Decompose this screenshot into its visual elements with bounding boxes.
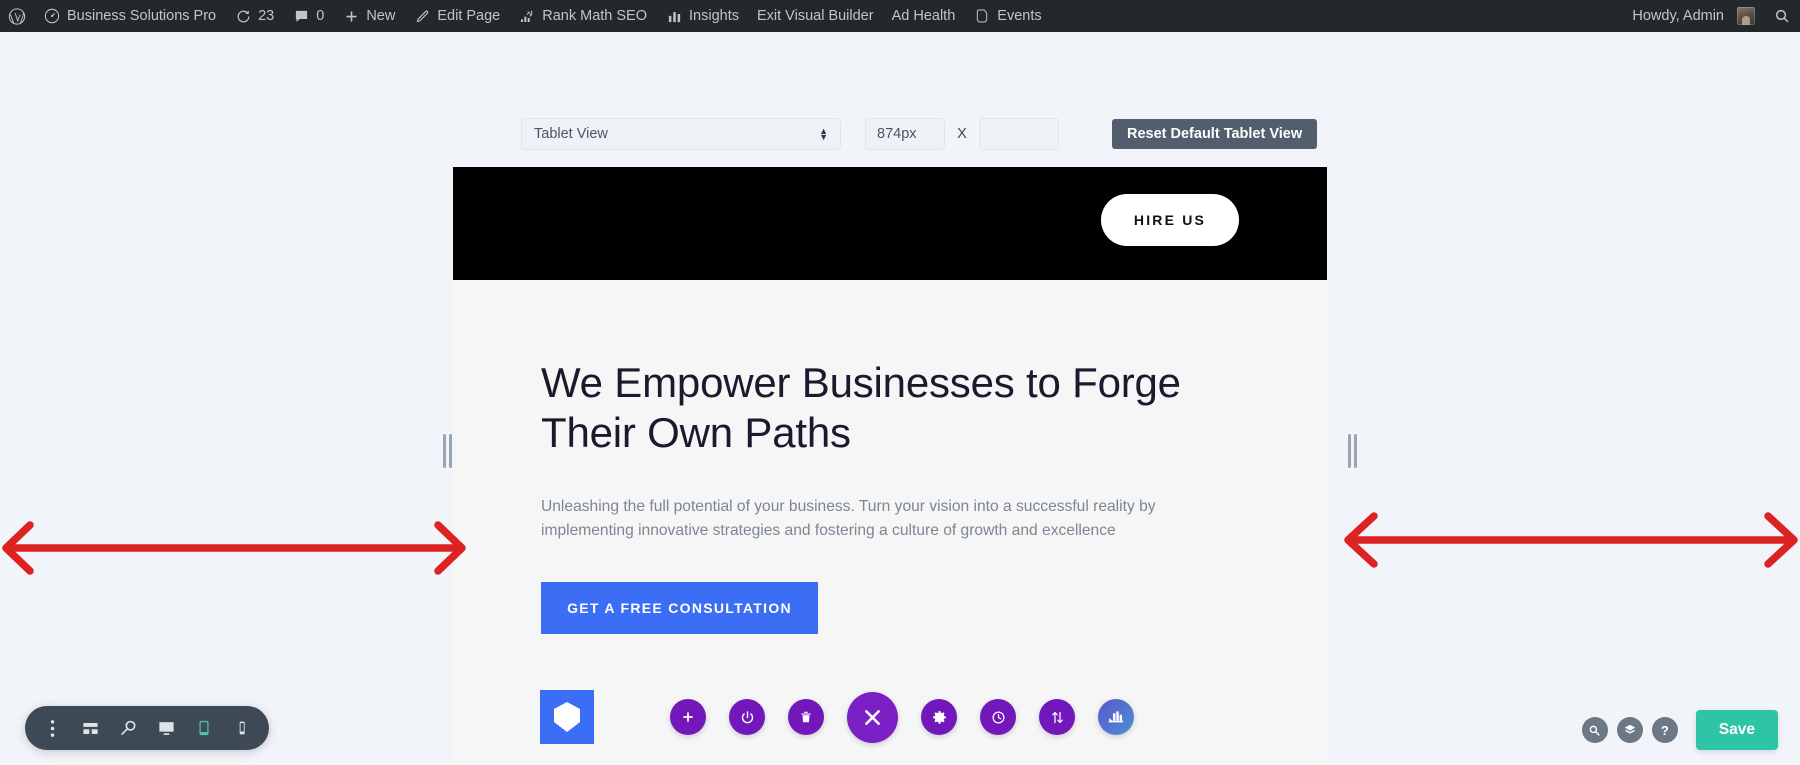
adminbar-site-name-label: Business Solutions Pro [67, 8, 217, 24]
adminbar-rank-math-label: Rank Math SEO [542, 8, 647, 24]
sort-arrows-icon[interactable] [1039, 699, 1075, 735]
adminbar-exit-visual-builder-label: Exit Visual Builder [756, 8, 874, 24]
adminbar-item-exit-visual-builder[interactable]: Exit Visual Builder [748, 0, 883, 32]
wp-admin-bar: Business Solutions Pro 23 0 New Edit Pag… [0, 0, 1800, 32]
adminbar-new-label: New [366, 8, 396, 24]
plus-icon [342, 7, 360, 25]
comments-icon [292, 7, 310, 25]
desktop-view-icon[interactable] [147, 706, 185, 750]
more-options-icon[interactable] [33, 706, 71, 750]
preview-resize-handle-left[interactable] [440, 432, 454, 470]
chart-bars-icon [665, 7, 683, 25]
search-icon[interactable] [1581, 717, 1608, 743]
zoom-icon[interactable] [109, 706, 147, 750]
search-icon [1773, 7, 1791, 25]
adminbar-item-new[interactable]: New [333, 0, 404, 32]
trash-icon[interactable] [788, 699, 824, 735]
pencil-icon [413, 7, 431, 25]
adminbar-ad-health-label: Ad Health [891, 8, 956, 24]
builder-action-bar [540, 669, 1157, 765]
save-button[interactable]: Save [1695, 710, 1778, 750]
adminbar-item-rank-math[interactable]: Rank Math SEO [509, 0, 656, 32]
preview-resize-handle-right[interactable] [1345, 432, 1359, 470]
avatar [1737, 7, 1755, 25]
adminbar-item-site-name[interactable]: Business Solutions Pro [34, 0, 225, 32]
settings-gear-icon[interactable] [921, 699, 957, 735]
adminbar-item-events[interactable]: Events [964, 0, 1050, 32]
hero-section: We Empower Businesses to Forge Their Own… [453, 280, 1327, 634]
divi-logo-icon[interactable] [540, 690, 594, 744]
adminbar-item-insights[interactable]: Insights [656, 0, 748, 32]
annotation-arrow-left [0, 508, 470, 593]
page-title: We Empower Businesses to Forge Their Own… [541, 359, 1181, 456]
hire-us-button[interactable]: HIRE US [1101, 194, 1239, 246]
close-icon[interactable] [847, 691, 898, 743]
reset-default-view-button[interactable]: Reset Default Tablet View [1112, 119, 1318, 149]
viewport-height-input[interactable] [979, 118, 1059, 150]
adminbar-comments-count: 0 [316, 8, 325, 24]
adminbar-item-wordpress-logo[interactable] [0, 0, 34, 32]
adminbar-right-group: Howdy, Admin [1623, 0, 1800, 32]
wireframe-icon[interactable] [71, 706, 109, 750]
help-icon[interactable]: ? [1651, 717, 1678, 743]
adminbar-events-label: Events [997, 8, 1042, 24]
power-icon[interactable] [729, 699, 765, 735]
layers-icon[interactable] [1616, 717, 1643, 743]
adminbar-edit-page-label: Edit Page [437, 8, 501, 24]
adminbar-updates-count: 23 [258, 8, 275, 24]
history-clock-icon[interactable] [980, 699, 1016, 735]
adminbar-item-updates[interactable]: 23 [225, 0, 283, 32]
updates-icon [234, 7, 252, 25]
chevron-updown-icon: ▲ ▼ [819, 126, 828, 142]
get-free-consultation-button[interactable]: GET A FREE CONSULTATION [541, 581, 818, 634]
rankmath-icon [518, 7, 536, 25]
stats-bars-icon[interactable] [1098, 699, 1134, 735]
adminbar-item-my-account[interactable]: Howdy, Admin [1623, 0, 1764, 32]
annotation-arrow-right [1340, 508, 1800, 593]
viewport-select-value: Tablet View [534, 126, 608, 142]
wordpress-logo-icon [8, 7, 26, 25]
divi-editor-toolbar [25, 706, 269, 750]
events-icon [973, 7, 991, 25]
site-header: HIRE US [453, 167, 1327, 280]
adminbar-item-comments[interactable]: 0 [283, 0, 333, 32]
adminbar-insights-label: Insights [689, 8, 739, 24]
viewport-select[interactable]: Tablet View ▲ ▼ [521, 118, 841, 150]
adminbar-item-edit-page[interactable]: Edit Page [404, 0, 509, 32]
adminbar-howdy-label: Howdy, Admin [1632, 8, 1724, 24]
viewport-width-value: 874px [877, 126, 917, 142]
tablet-view-icon[interactable] [185, 706, 223, 750]
add-icon[interactable] [670, 699, 706, 735]
hero-subtitle: Unleashing the full potential of your bu… [541, 497, 1156, 540]
viewport-width-input[interactable]: 874px [865, 118, 945, 150]
responsive-view-toolbar: Tablet View ▲ ▼ 874px X Reset Default Tab… [0, 118, 1800, 150]
dimension-separator: X [957, 126, 967, 142]
phone-view-icon[interactable] [223, 706, 261, 750]
adminbar-item-search[interactable] [1764, 0, 1800, 32]
adminbar-item-ad-health[interactable]: Ad Health [883, 0, 965, 32]
dashboard-icon [43, 7, 61, 25]
builder-bottom-right-controls: ? Save [1581, 710, 1778, 750]
